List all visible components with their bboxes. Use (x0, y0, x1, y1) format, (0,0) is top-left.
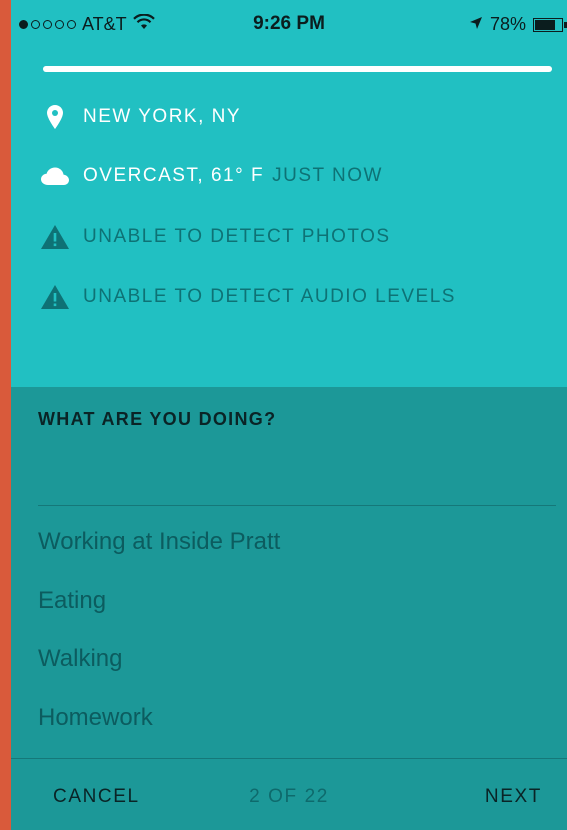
weather-text: OVERCAST, 61° F (83, 165, 265, 186)
suggestion-item[interactable]: Eating (38, 587, 106, 615)
battery-level (535, 19, 556, 30)
location-row: NEW YORK, NY (40, 105, 241, 129)
progress-bar (43, 66, 552, 72)
weather-timestamp: JUST NOW (272, 165, 383, 186)
map-pin-icon (40, 105, 70, 129)
warning-icon (40, 225, 70, 249)
footer-bar: CANCEL 2 OF 22 NEXT (11, 758, 567, 830)
battery-percent: 78% (489, 14, 526, 34)
activity-panel: WHAT ARE YOU DOING? Working at Inside Pr… (11, 387, 567, 830)
suggestion-item[interactable]: Homework (38, 704, 153, 732)
suggestion-item[interactable]: Working at Inside Pratt (38, 528, 280, 556)
photos-status-text: UNABLE TO DETECT PHOTOS (83, 226, 391, 247)
warning-icon (40, 285, 70, 309)
progress-fill (43, 66, 552, 72)
app-screen: AT&T 9:26 PM 78% NEW YORK, NY OVERCAST, … (11, 0, 567, 830)
status-right: 78% (469, 14, 567, 35)
audio-row: UNABLE TO DETECT AUDIO LEVELS (40, 285, 456, 309)
suggestion-item[interactable]: Walking (38, 645, 122, 673)
next-button[interactable]: NEXT (485, 786, 542, 808)
cloud-icon (40, 167, 70, 185)
status-bar: AT&T 9:26 PM 78% (11, 0, 567, 50)
activity-question: WHAT ARE YOU DOING? (38, 409, 277, 429)
audio-status-text: UNABLE TO DETECT AUDIO LEVELS (83, 286, 456, 307)
location-arrow-icon (469, 14, 483, 35)
battery-icon (533, 17, 567, 32)
page-indicator: 2 OF 22 (249, 786, 329, 807)
activity-input[interactable] (38, 447, 556, 506)
weather-row: OVERCAST, 61° F JUST NOW (40, 165, 383, 187)
photos-row: UNABLE TO DETECT PHOTOS (40, 225, 391, 249)
location-text: NEW YORK, NY (83, 106, 242, 127)
